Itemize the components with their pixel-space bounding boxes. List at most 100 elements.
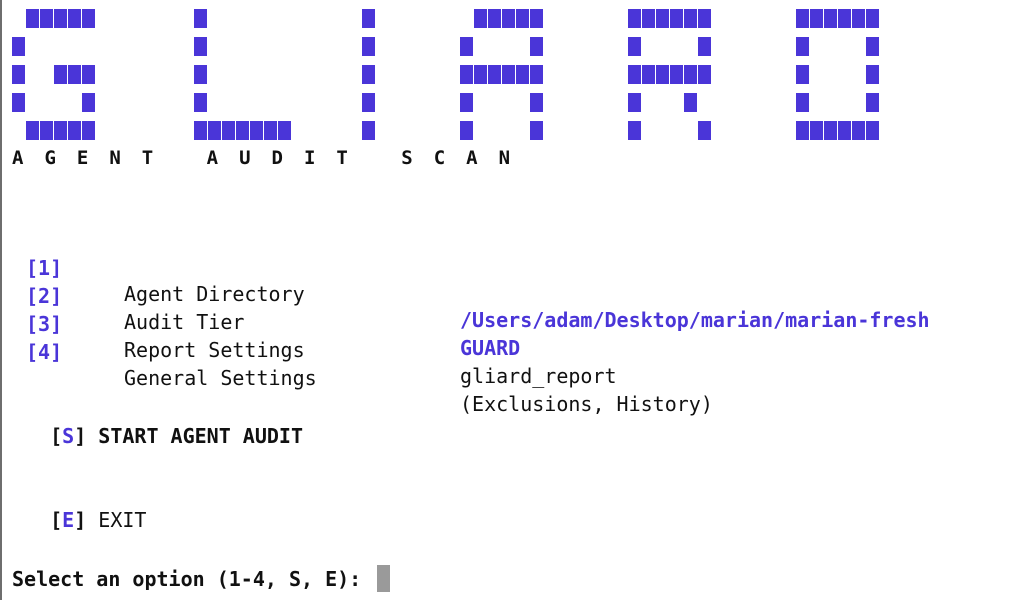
logo-pixel [670, 65, 683, 84]
logo-pixel [628, 121, 641, 140]
logo-pixel [40, 9, 53, 28]
logo-pixel [838, 9, 851, 28]
logo-pixel [474, 9, 487, 28]
logo-pixel [698, 37, 711, 56]
logo-pixel [194, 121, 207, 140]
text-cursor [377, 565, 391, 592]
logo-pixel [628, 9, 641, 28]
logo-pixel [530, 121, 543, 140]
logo-pixel [796, 37, 809, 56]
start-label: START AGENT AUDIT [98, 424, 303, 448]
logo-pixel [12, 93, 25, 112]
logo-pixel [82, 93, 95, 112]
menu-label: General Settings [124, 366, 317, 390]
logo-pixel [54, 121, 67, 140]
logo-pixel [362, 65, 375, 84]
logo-pixel [194, 37, 207, 56]
logo-pixel [656, 9, 669, 28]
exit-option[interactable]: [E] EXIT [26, 481, 146, 533]
logo-pixel [796, 121, 809, 140]
exit-key: [E] [50, 508, 87, 532]
logo-pixel [26, 121, 39, 140]
logo-pixel [40, 121, 53, 140]
logo-pixel [68, 9, 81, 28]
logo-pixel [866, 37, 879, 56]
logo-pixel [460, 65, 473, 84]
logo-pixel [796, 9, 809, 28]
logo-pixel [796, 65, 809, 84]
logo-pixel [208, 121, 221, 140]
option-prompt[interactable]: Select an option (1-4, S, E): [12, 565, 391, 592]
logo-pixel [684, 93, 697, 112]
logo-pixel [628, 93, 641, 112]
logo-pixel [824, 9, 837, 28]
logo-pixel [222, 121, 235, 140]
logo-pixel [824, 121, 837, 140]
prompt-text: Select an option (1-4, S, E): [12, 567, 374, 591]
logo-pixel [488, 65, 501, 84]
logo-pixel [684, 65, 697, 84]
logo-pixel [530, 65, 543, 84]
logo-pixel [26, 9, 39, 28]
logo-pixel [362, 121, 375, 140]
logo-pixel [866, 9, 879, 28]
logo-pixel [460, 37, 473, 56]
logo-pixel [698, 65, 711, 84]
logo-pixel [698, 121, 711, 140]
logo-pixel [866, 93, 879, 112]
logo-pixel [362, 93, 375, 112]
logo-pixel [502, 65, 515, 84]
logo-pixel [516, 65, 529, 84]
exit-label: EXIT [98, 508, 147, 532]
gliard-logo [0, 0, 1010, 150]
logo-pixel [194, 93, 207, 112]
start-agent-audit-option[interactable]: [S] START AGENT AUDIT [26, 397, 303, 449]
logo-pixel [488, 9, 501, 28]
logo-pixel [460, 93, 473, 112]
logo-pixel [362, 9, 375, 28]
logo-pixel [236, 121, 249, 140]
logo-pixel [796, 93, 809, 112]
logo-pixel [670, 9, 683, 28]
logo-pixel [54, 9, 67, 28]
logo-pixel [530, 9, 543, 28]
logo-pixel [628, 37, 641, 56]
logo-pixel [516, 9, 529, 28]
logo-pixel [530, 37, 543, 56]
logo-pixel [684, 9, 697, 28]
logo-pixel [628, 65, 641, 84]
banner-subtitle: AGENT AUDIT SCAN [12, 147, 532, 169]
logo-pixel [82, 65, 95, 84]
start-key: [S] [50, 424, 87, 448]
logo-pixel [656, 65, 669, 84]
logo-pixel [278, 121, 291, 140]
logo-pixel [54, 65, 67, 84]
logo-pixel [194, 65, 207, 84]
logo-pixel [810, 9, 823, 28]
logo-pixel [642, 9, 655, 28]
logo-pixel [530, 93, 543, 112]
logo-pixel [460, 121, 473, 140]
logo-pixel [82, 9, 95, 28]
logo-pixel [68, 121, 81, 140]
logo-pixel [852, 121, 865, 140]
logo-pixel [852, 9, 865, 28]
logo-pixel [68, 65, 81, 84]
logo-pixel [82, 121, 95, 140]
logo-pixel [194, 9, 207, 28]
logo-pixel [810, 121, 823, 140]
logo-pixel [866, 65, 879, 84]
logo-pixel [474, 65, 487, 84]
logo-pixel [362, 37, 375, 56]
logo-pixel [12, 37, 25, 56]
logo-pixel [264, 121, 277, 140]
general-settings-value: (Exclusions, History) [460, 392, 713, 416]
logo-pixel [502, 9, 515, 28]
menu-key: [4] [26, 340, 63, 364]
logo-pixel [838, 121, 851, 140]
logo-pixel [250, 121, 263, 140]
logo-pixel [12, 65, 25, 84]
logo-pixel [866, 121, 879, 140]
logo-pixel [642, 65, 655, 84]
logo-pixel [698, 9, 711, 28]
